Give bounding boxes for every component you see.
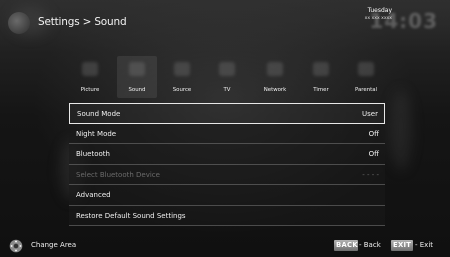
menu-item-night-mode[interactable]: Night Mode Off bbox=[69, 123, 385, 144]
speaker-icon bbox=[129, 62, 145, 76]
category-label: Network bbox=[263, 87, 287, 93]
lock-icon bbox=[358, 62, 374, 76]
menu-item-sound-mode[interactable]: Sound Mode User bbox=[69, 103, 385, 124]
category-label: Picture bbox=[80, 87, 100, 93]
picture-icon bbox=[82, 62, 98, 76]
category-network[interactable]: Network bbox=[255, 56, 295, 98]
sound-settings-menu: Sound Mode User Night Mode Off Bluetooth… bbox=[69, 103, 385, 226]
menu-item-label: Restore Default Sound Settings bbox=[76, 211, 186, 220]
menu-item-value: Off bbox=[368, 150, 379, 158]
network-icon bbox=[267, 62, 283, 76]
exit-key-button[interactable]: EXIT bbox=[391, 240, 413, 251]
back-hint: - Back bbox=[359, 241, 381, 249]
menu-item-advanced[interactable]: Advanced bbox=[69, 185, 385, 206]
menu-item-select-bluetooth-device: Select Bluetooth Device - - - - bbox=[69, 164, 385, 185]
change-area-hint: Change Area bbox=[31, 241, 77, 249]
menu-item-value: User bbox=[362, 110, 378, 118]
menu-item-value: - - - - bbox=[362, 170, 379, 179]
category-tv[interactable]: TV bbox=[207, 56, 247, 98]
category-timer[interactable]: Timer bbox=[301, 56, 341, 98]
settings-gear-icon bbox=[8, 12, 30, 34]
category-label: Source bbox=[172, 87, 192, 93]
menu-item-label: Advanced bbox=[76, 191, 111, 199]
exit-hint: - Exit bbox=[415, 241, 434, 249]
category-label: TV bbox=[223, 87, 231, 93]
back-key-button[interactable]: BACK bbox=[334, 240, 358, 251]
footer-bar: Change Area BACK - Back EXIT - Exit bbox=[0, 236, 450, 257]
dpad-navigation-icon bbox=[9, 239, 23, 253]
menu-item-restore-defaults[interactable]: Restore Default Sound Settings bbox=[69, 205, 385, 226]
menu-item-label: Bluetooth bbox=[76, 150, 110, 158]
clock-time: 14:03 bbox=[369, 9, 438, 33]
category-bar: Picture Sound Source TV Network Timer Pa… bbox=[70, 56, 386, 98]
background-blur bbox=[390, 90, 412, 170]
category-parental[interactable]: Parental bbox=[346, 56, 386, 98]
menu-item-bluetooth[interactable]: Bluetooth Off bbox=[69, 144, 385, 165]
menu-item-label: Select Bluetooth Device bbox=[76, 170, 160, 179]
category-label: Parental bbox=[354, 87, 378, 93]
category-picture[interactable]: Picture bbox=[70, 56, 110, 98]
category-label: Sound bbox=[128, 87, 146, 93]
menu-item-label: Sound Mode bbox=[77, 110, 121, 118]
breadcrumb: Settings > Sound bbox=[38, 16, 127, 28]
timer-icon bbox=[313, 62, 329, 76]
category-label: Timer bbox=[313, 87, 329, 93]
tv-icon bbox=[219, 62, 235, 76]
category-sound[interactable]: Sound bbox=[117, 56, 157, 98]
source-icon bbox=[174, 62, 190, 76]
menu-item-value: Off bbox=[368, 129, 379, 138]
category-source[interactable]: Source bbox=[162, 56, 202, 98]
menu-item-label: Night Mode bbox=[76, 129, 117, 138]
